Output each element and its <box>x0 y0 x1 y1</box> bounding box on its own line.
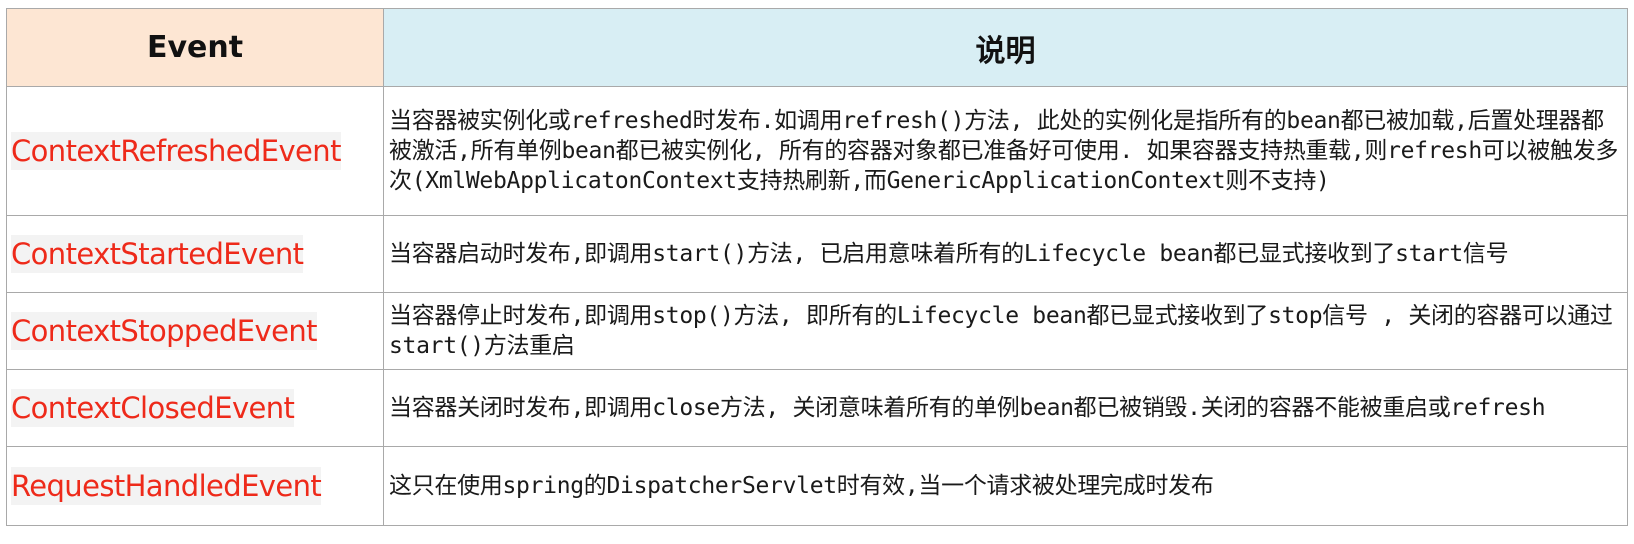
event-description: 当容器被实例化或refreshed时发布.如调用refresh()方法, 此处的… <box>383 86 1628 216</box>
table-row: ContextStoppedEvent 当容器停止时发布,即调用stop()方法… <box>6 292 1628 370</box>
event-description: 这只在使用spring的DispatcherServlet时有效,当一个请求被处… <box>383 446 1628 526</box>
event-name: ContextClosedEvent <box>11 389 295 427</box>
table-header-row: Event 说明 <box>6 8 1628 87</box>
table-row: ContextClosedEvent 当容器关闭时发布,即调用close方法, … <box>6 369 1628 447</box>
table-row: RequestHandledEvent 这只在使用spring的Dispatch… <box>6 446 1628 526</box>
event-description: 当容器停止时发布,即调用stop()方法, 即所有的Lifecycle bean… <box>383 292 1628 370</box>
table-row: ContextStartedEvent 当容器启动时发布,即调用start()方… <box>6 215 1628 293</box>
event-table-container: Event 说明 ContextRefreshedEvent 当容器被实例化或r… <box>6 8 1628 526</box>
event-name-cell: ContextStartedEvent <box>6 215 384 293</box>
event-description: 当容器启动时发布,即调用start()方法, 已启用意味着所有的Lifecycl… <box>383 215 1628 293</box>
event-name: ContextStoppedEvent <box>11 312 317 350</box>
table-row: ContextRefreshedEvent 当容器被实例化或refreshed时… <box>6 86 1628 216</box>
header-event: Event <box>6 8 384 87</box>
event-name-cell: RequestHandledEvent <box>6 446 384 526</box>
spring-events-table: Event 说明 ContextRefreshedEvent 当容器被实例化或r… <box>6 8 1628 526</box>
event-name-cell: ContextStoppedEvent <box>6 292 384 370</box>
event-name: ContextStartedEvent <box>11 235 304 273</box>
event-name-cell: ContextRefreshedEvent <box>6 86 384 216</box>
event-name: RequestHandledEvent <box>11 467 322 505</box>
event-name: ContextRefreshedEvent <box>11 132 341 170</box>
header-description: 说明 <box>383 8 1628 87</box>
event-description: 当容器关闭时发布,即调用close方法, 关闭意味着所有的单例bean都已被销毁… <box>383 369 1628 447</box>
event-name-cell: ContextClosedEvent <box>6 369 384 447</box>
